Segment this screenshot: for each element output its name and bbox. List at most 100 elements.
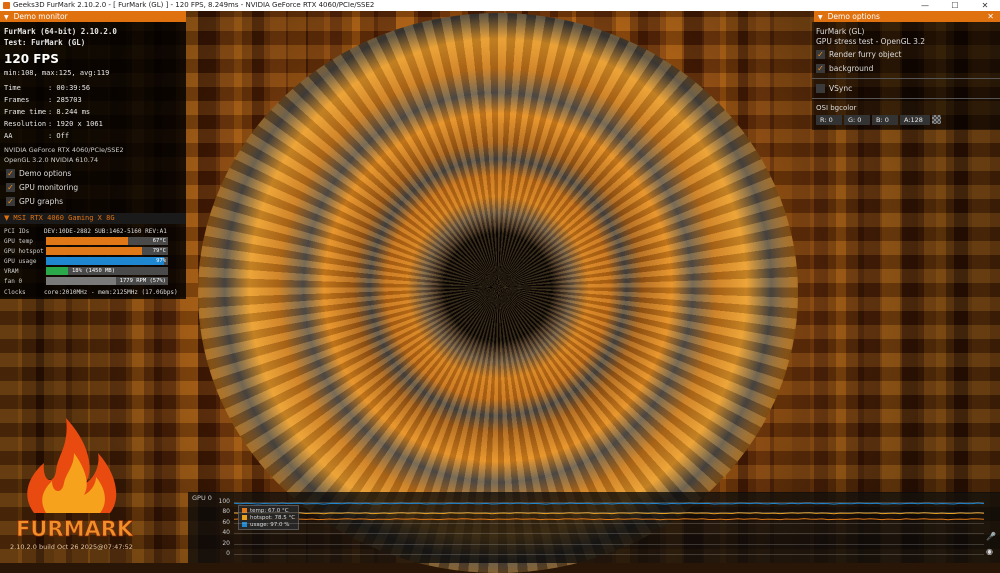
metric-label: GPU hotspot: [4, 248, 44, 255]
metric-bar: 67°C: [46, 237, 168, 245]
metric-bar-fill: [46, 247, 143, 255]
metric-label: GPU usage: [4, 258, 37, 265]
renderer-info: NVIDIA GeForce RTX 4060/PCIe/SSE2: [4, 146, 124, 154]
demo-monitor-header[interactable]: ▼ Demo monitor: [0, 11, 186, 22]
metric-label: GPU temp: [4, 238, 33, 245]
metric-value: 67°C: [152, 238, 166, 244]
checkmark-icon: ✓: [816, 50, 825, 59]
pci-ids-row: PCI IDs DEV:10DE-2882 SUB:1462-5160 REV:…: [4, 228, 167, 235]
metric-label: VRAM: [4, 268, 19, 275]
divider: [812, 78, 1000, 79]
y-tick-label: 80: [222, 508, 230, 516]
stat-aa-value: : Off: [48, 132, 70, 140]
graph-title: GPU 0: [192, 494, 212, 502]
demo-subtitle: GPU stress test - OpenGL 3.2: [816, 37, 925, 46]
demo-options-panel: FurMark (GL) GPU stress test - OpenGL 3.…: [812, 22, 1000, 130]
metric-row: GPU temp 67°C: [4, 237, 184, 246]
legend-swatch: [242, 515, 247, 520]
app-icon: [3, 2, 10, 9]
blue-channel-field[interactable]: B: 0: [872, 115, 898, 125]
collapse-triangle-icon: ▼: [4, 214, 10, 222]
stat-frametime-label: Frame time: [4, 108, 47, 116]
color-swatch-icon[interactable]: [932, 115, 941, 124]
metric-row: GPU hotspot 79°C: [4, 247, 184, 256]
vsync-checkbox[interactable]: VSync: [816, 84, 852, 93]
metric-row: GPU usage 97%: [4, 257, 184, 266]
microphone-icon[interactable]: 🎤: [986, 532, 996, 541]
stat-time-label: Time: [4, 84, 21, 92]
metric-value: 79°C: [152, 248, 166, 254]
opengl-info: OpenGL 3.2.0 NVIDIA 610.74: [4, 156, 99, 164]
checkmark-icon: ✓: [816, 64, 825, 73]
stat-frames-value: : 285703: [48, 96, 82, 104]
metric-row: VRAM 18% (1450 MB): [4, 267, 184, 276]
furry-donut-object: [198, 13, 798, 573]
grid-line: [234, 543, 984, 545]
close-button[interactable]: ✕: [970, 0, 1000, 11]
red-channel-field[interactable]: R: 0: [816, 115, 842, 125]
maximize-button[interactable]: ☐: [940, 0, 970, 11]
demo-options-checkbox[interactable]: ✓ Demo options: [6, 169, 71, 178]
osi-color-fields: R: 0 G: 0 B: 0 A:128: [816, 115, 941, 125]
metric-label: fan 0: [4, 278, 23, 285]
grid-line: [234, 512, 984, 514]
close-icon[interactable]: ✕: [987, 11, 994, 22]
y-tick-label: 0: [226, 550, 230, 557]
graph-legend: temp: 67.0 °C hotspot: 78.5 °C usage: 97…: [238, 505, 300, 530]
y-tick-label: 40: [222, 529, 230, 537]
fps-stats: min:108, max:125, avg:119: [4, 69, 110, 77]
series-line-temp: [234, 518, 984, 521]
furmark-logo-icon: FURMARK: [16, 418, 134, 541]
window-title: Geeks3D FurMark 2.10.2.0 - [ FurMark (GL…: [13, 1, 375, 9]
grid-line: [234, 554, 984, 555]
fps-value: 120 FPS: [4, 52, 59, 66]
gpu-card-header[interactable]: ▼ MSI RTX 4060 Gaming X 8G: [0, 213, 186, 224]
grid-line: [234, 533, 984, 535]
logo-wordmark: FURMARK: [16, 517, 134, 541]
render-furry-checkbox[interactable]: ✓ Render furry object: [816, 50, 901, 59]
y-tick-label: 20: [222, 539, 230, 547]
grid-line: [234, 522, 984, 524]
metric-row: fan 0 1779 RPM (57%): [4, 277, 184, 286]
metric-bar-fill: [46, 237, 128, 245]
gpu-monitoring-checkbox[interactable]: ✓ GPU monitoring: [6, 183, 78, 192]
stat-resolution-value: : 1920 x 1061: [48, 120, 103, 128]
metric-value: 1779 RPM (57%): [119, 278, 166, 284]
metric-bar-fill: [46, 277, 116, 285]
metric-bar: 97%: [46, 257, 168, 265]
y-tick-label: 100: [218, 498, 230, 505]
y-tick-label: 60: [222, 518, 230, 526]
series-line-usage: [234, 502, 984, 505]
minimize-button[interactable]: —: [910, 0, 940, 11]
window-titlebar: Geeks3D FurMark 2.10.2.0 - [ FurMark (GL…: [0, 0, 1000, 11]
legend-hotspot: hotspot: 78.5 °C: [242, 514, 295, 521]
demo-name: FurMark (GL): [816, 27, 865, 36]
stat-frametime-value: : 8.244 ms: [48, 108, 91, 116]
grid-line: [234, 502, 984, 503]
checkmark-icon: ✓: [6, 169, 15, 178]
background-checkbox[interactable]: ✓ background: [816, 64, 873, 73]
osi-bgcolor-label: OSI bgcolor: [816, 104, 857, 112]
metric-bar: 79°C: [46, 247, 168, 255]
metric-value: 97%: [156, 258, 166, 264]
app-name: FurMark (64-bit) 2.10.2.0: [4, 27, 117, 36]
checkmark-icon: ✓: [6, 183, 15, 192]
checkbox-empty-icon: [816, 84, 825, 93]
checkmark-icon: ✓: [6, 197, 15, 206]
metric-bar: 1779 RPM (57%): [46, 277, 168, 285]
gpu-graph-panel: GPU 0 temp: 67.0 °C hotspot: 78.5 °C usa…: [188, 492, 1000, 563]
metric-bar-fill: [46, 267, 68, 275]
test-name: Test: FurMark (GL): [4, 38, 86, 47]
demo-options-header[interactable]: ▼ Demo options ✕: [814, 11, 1000, 22]
demo-monitor-panel: FurMark (64-bit) 2.10.2.0 Test: FurMark …: [0, 22, 186, 299]
metric-value: 18% (1450 MB): [72, 268, 116, 274]
gpu-graphs-checkbox[interactable]: ✓ GPU graphs: [6, 197, 63, 206]
build-info: 2.10.2.0 build Oct 26 2025@07:47:52: [10, 543, 133, 551]
green-channel-field[interactable]: G: 0: [844, 115, 870, 125]
stat-resolution-label: Resolution: [4, 120, 47, 128]
alpha-channel-field[interactable]: A:128: [900, 115, 930, 125]
record-icon[interactable]: ◉: [986, 547, 993, 556]
stat-frames-label: Frames: [4, 96, 30, 104]
stat-aa-label: AA: [4, 132, 13, 140]
metric-bar-fill: [46, 257, 165, 265]
